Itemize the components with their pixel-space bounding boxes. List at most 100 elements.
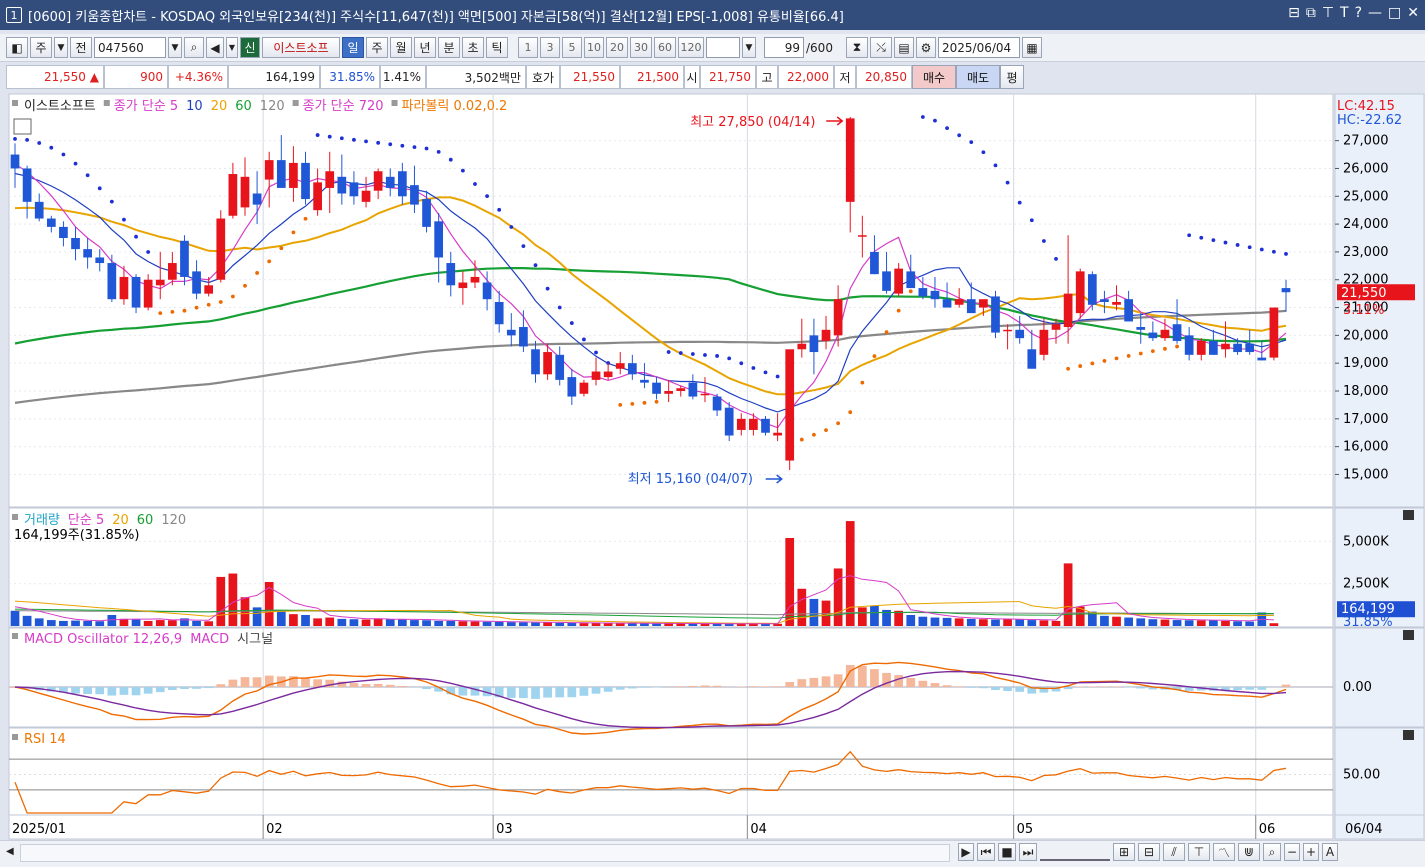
price-axis-label: 18,000 [1343,384,1389,399]
candle-body [168,263,177,280]
volume-bar [894,610,904,626]
candle-body [749,418,758,430]
zoom-in-icon[interactable]: + [1303,843,1319,861]
candle-body [71,238,80,250]
sar-dot [485,194,489,199]
candle-body [627,363,637,375]
scroll-right-icon[interactable]: ▶ [958,843,974,861]
volume-bar [276,611,286,626]
candle-body [337,176,347,194]
candle-body [543,352,552,375]
sar-dot [824,428,828,432]
macd-oscillator-bar [749,686,758,687]
price-axis-label: 20,000 [1343,328,1389,343]
sar-dot [920,115,925,119]
legend-marker [12,514,18,520]
candle-body [761,418,770,433]
macd-oscillator-bar [906,678,916,687]
sar-dot [1163,346,1167,351]
pane-collapse-icon[interactable] [1403,510,1414,520]
price-legend-item: 파라볼릭 0.02,0.2 [402,99,508,114]
candle-body [1245,343,1255,353]
macd-oscillator-bar [301,678,310,687]
volume-bar [1015,619,1025,626]
candle-body [119,276,129,300]
macd-oscillator-bar [1136,687,1146,689]
macd-oscillator-bar [422,687,431,690]
last-page-icon[interactable]: ⏭ [1019,843,1037,861]
candle-body [397,171,407,197]
macd-oscillator-bar [119,687,129,695]
scroll-track[interactable] [20,844,950,862]
candle-body [1015,329,1025,339]
candle-body [192,271,201,294]
first-page-icon[interactable]: ⏮ [977,843,995,861]
volume-pct-label: 31.85% [1343,615,1393,630]
macd-oscillator-bar [1087,686,1097,687]
macd-oscillator-bar [652,687,661,688]
macd-oscillator-bar [603,687,613,692]
sar-dot [303,216,308,221]
sar-dot [775,374,780,379]
volume-bar [979,619,988,626]
price-axis-label: 17,000 [1343,412,1389,427]
candle-body [1124,299,1133,322]
volume-bar [567,622,577,626]
volume-bar [1196,620,1206,626]
sar-dot [460,168,465,173]
macd-oscillator-bar [954,686,964,687]
pane-collapse-icon[interactable] [1403,630,1414,640]
chart-pane-bg [8,507,1334,628]
sar-dot [1138,351,1143,356]
volume-bar [1039,620,1049,626]
macd-oscillator-bar [252,677,262,687]
macd-oscillator-bar [615,687,625,690]
sar-dot [1005,180,1010,185]
volume-bar [579,623,589,626]
candle-body [870,251,879,275]
layout-grid-icon[interactable]: ⊞ [1113,843,1135,861]
candle-body [615,363,625,369]
crosshair-icon[interactable]: ⊤ [1188,843,1210,861]
macd-oscillator-bar [894,675,904,687]
volume-bar [1209,620,1218,626]
candle-body [894,268,904,294]
zoom-slider[interactable] [1040,843,1110,861]
bottom-scrollbar[interactable]: ◀ ▶ ⏮ ■ ⏭ ⊞ ⊟ ⫽ ⊤ 〽 ⋓ ⌕ − + A [0,840,1425,867]
candle-body [1039,329,1049,355]
candle-body [410,185,419,205]
chart-area[interactable]: 27,00026,00025,00024,00023,00022,00021,0… [0,0,1425,867]
volume-bar [930,617,940,626]
trend-icon[interactable]: 〽 [1213,843,1235,861]
macd-oscillator-bar [918,680,928,687]
scroll-left-icon[interactable]: ◀ [6,846,14,857]
x-axis-label: 03 [496,822,513,837]
font-size-icon[interactable]: A [1322,843,1338,861]
volume-bar [506,622,516,626]
magnet-icon[interactable]: ⋓ [1238,843,1260,861]
volume-bar [131,619,141,626]
volume-bar [519,622,528,626]
legend-marker [12,633,18,639]
sar-dot [594,350,598,355]
sar-dot [327,134,332,139]
volume-bar [470,621,480,626]
candle-body [664,390,674,394]
price-axis-label: 27,000 [1343,134,1389,149]
sar-dot [1066,366,1071,371]
volume-bar [494,621,504,626]
sar-dot [1175,344,1179,349]
zoom-out-icon[interactable]: − [1284,843,1300,861]
macd-oscillator-bar [555,687,565,698]
line-draw-icon[interactable]: ⫽ [1163,843,1185,861]
stop-icon[interactable]: ■ [998,843,1016,861]
zoom-icon[interactable]: ⌕ [1263,843,1281,861]
volume-bar [95,621,105,626]
table-toggle-icon[interactable] [13,118,32,135]
volume-bar [289,614,298,626]
macd-oscillator-bar [857,665,867,687]
split-view-icon[interactable]: ⊟ [1138,843,1160,861]
sar-dot [690,352,695,356]
pane-collapse-icon[interactable] [1403,730,1414,740]
macd-oscillator-bar [676,686,686,687]
